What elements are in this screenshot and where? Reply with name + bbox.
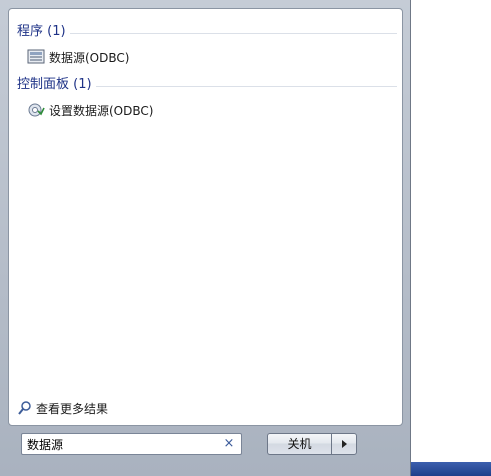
shutdown-options-button[interactable] <box>331 433 357 455</box>
shutdown-button-group: 关机 <box>267 433 357 455</box>
clear-search-button[interactable]: × <box>222 436 236 452</box>
shutdown-button[interactable]: 关机 <box>267 433 331 455</box>
see-more-results-link[interactable]: 查看更多结果 <box>17 399 217 417</box>
result-item-odbc-settings[interactable]: 设置数据源(ODBC) <box>27 100 387 120</box>
result-item-label: 设置数据源(ODBC) <box>49 103 154 118</box>
search-box[interactable]: × <box>21 433 242 455</box>
odbc-datasource-icon <box>27 49 45 65</box>
chevron-right-icon <box>342 440 347 448</box>
see-more-results-label: 查看更多结果 <box>36 401 109 416</box>
group-header-control-panel[interactable]: 控制面板 (1) <box>17 76 397 94</box>
magnifier-icon <box>17 400 33 416</box>
search-input[interactable] <box>22 435 217 453</box>
search-results-panel: 程序 (1) 数据源(ODBC) 控制面板 (1) 设置数据源(ODBC) 查看… <box>8 8 403 426</box>
result-item-odbc-program[interactable]: 数据源(ODBC) <box>27 47 387 67</box>
group-header-programs-label: 程序 (1) <box>17 24 70 39</box>
group-header-control-panel-label: 控制面板 (1) <box>17 77 96 92</box>
group-header-programs[interactable]: 程序 (1) <box>17 23 397 41</box>
start-menu: 程序 (1) 数据源(ODBC) 控制面板 (1) 设置数据源(ODBC) 查看… <box>0 0 411 476</box>
taskbar <box>411 462 491 476</box>
odbc-settings-icon <box>27 102 45 118</box>
group-divider <box>17 33 397 34</box>
result-item-label: 数据源(ODBC) <box>49 50 130 65</box>
